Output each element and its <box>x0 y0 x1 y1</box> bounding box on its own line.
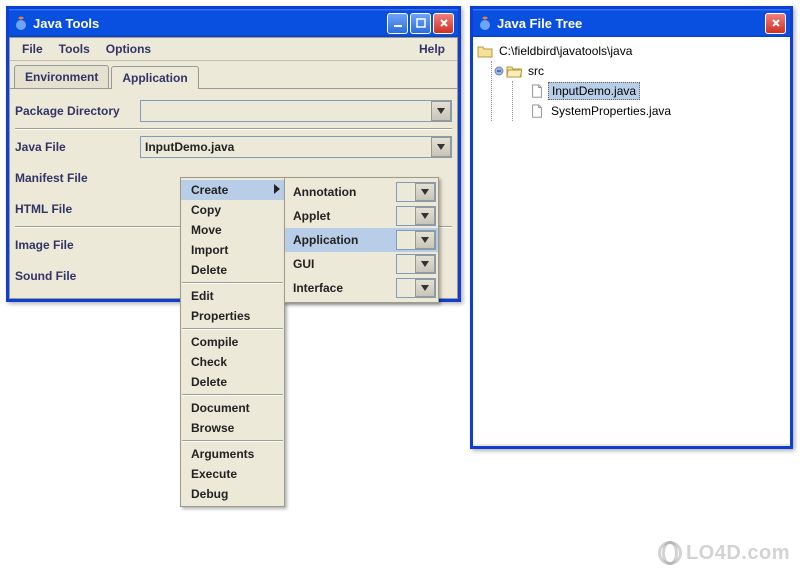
file-icon <box>529 104 545 118</box>
context-menu-item-arguments[interactable]: Arguments <box>181 444 284 464</box>
java-file-tree-window: Java File Tree C:\fieldbird\javatools\ja… <box>470 6 793 449</box>
menu-separator <box>182 440 283 442</box>
context-menu-item-browse[interactable]: Browse <box>181 418 284 438</box>
submenu-item-combo[interactable] <box>396 182 436 202</box>
image-file-label: Image File <box>15 238 140 252</box>
tree-root-label: C:\fieldbird\javatools\java <box>496 43 635 59</box>
tree-body: C:\fieldbird\javatools\java src InputDem… <box>473 37 790 444</box>
context-menu-item-compile[interactable]: Compile <box>181 332 284 352</box>
context-menu-item-delete[interactable]: Delete <box>181 260 284 280</box>
close-button[interactable] <box>433 13 454 34</box>
minimize-button[interactable] <box>387 13 408 34</box>
context-menu-item-move[interactable]: Move <box>181 220 284 240</box>
java-file-label: Java File <box>15 140 140 154</box>
titlebar[interactable]: Java File Tree <box>473 9 790 37</box>
context-menu-item-copy[interactable]: Copy <box>181 200 284 220</box>
submenu-item-gui[interactable]: GUI <box>285 252 438 276</box>
menu-separator <box>182 282 283 284</box>
context-menu-item-create[interactable]: CreateAnnotationAppletApplicationGUIInte… <box>181 180 284 200</box>
create-submenu: Annotation Applet Application GUI Interface <box>284 177 439 303</box>
window-title: Java Tools <box>33 16 387 31</box>
tree-file-label: InputDemo.java <box>548 82 640 100</box>
folder-open-icon <box>506 64 522 78</box>
context-menu: CreateAnnotationAppletApplicationGUIInte… <box>180 177 285 507</box>
menubar: File Tools Options Help <box>10 38 457 61</box>
submenu-item-combo[interactable] <box>396 278 436 298</box>
package-dir-label: Package Directory <box>15 104 140 118</box>
folder-icon <box>477 44 493 58</box>
tab-application[interactable]: Application <box>111 66 198 89</box>
tree-root[interactable]: C:\fieldbird\javatools\java <box>477 41 786 61</box>
context-menu-item-document[interactable]: Document <box>181 398 284 418</box>
submenu-item-combo[interactable] <box>396 230 436 250</box>
submenu-item-label: Annotation <box>293 185 396 199</box>
java-app-icon <box>13 15 29 31</box>
chevron-down-icon[interactable] <box>431 137 451 157</box>
submenu-item-application[interactable]: Application <box>285 228 438 252</box>
submenu-item-label: Applet <box>293 209 396 223</box>
tab-bar: Environment Application <box>10 61 457 88</box>
submenu-item-combo[interactable] <box>396 254 436 274</box>
submenu-item-annotation[interactable]: Annotation <box>285 180 438 204</box>
submenu-item-label: Interface <box>293 281 396 295</box>
chevron-down-icon[interactable] <box>415 279 435 297</box>
submenu-arrow-icon <box>274 183 280 197</box>
context-menu-item-debug[interactable]: Debug <box>181 484 284 504</box>
context-menu-item-import[interactable]: Import <box>181 240 284 260</box>
sound-file-label: Sound File <box>15 269 140 283</box>
java-file-combo[interactable]: InputDemo.java <box>140 136 452 158</box>
titlebar[interactable]: Java Tools <box>9 9 458 37</box>
submenu-item-label: Application <box>293 233 396 247</box>
globe-icon <box>658 541 682 565</box>
html-file-label: HTML File <box>15 202 140 216</box>
collapse-toggle-icon[interactable] <box>494 66 504 76</box>
menu-tools[interactable]: Tools <box>51 40 98 58</box>
watermark: LO4D.com <box>658 541 790 565</box>
menu-file[interactable]: File <box>14 40 51 58</box>
context-menu-item-properties[interactable]: Properties <box>181 306 284 326</box>
context-menu-item-delete[interactable]: Delete <box>181 372 284 392</box>
package-dir-combo[interactable] <box>140 100 452 122</box>
menu-options[interactable]: Options <box>98 40 159 58</box>
file-icon <box>529 84 545 98</box>
manifest-file-label: Manifest File <box>15 171 140 185</box>
close-button[interactable] <box>765 13 786 34</box>
submenu-item-interface[interactable]: Interface <box>285 276 438 300</box>
window-title: Java File Tree <box>497 16 765 31</box>
submenu-item-label: GUI <box>293 257 396 271</box>
chevron-down-icon[interactable] <box>415 207 435 225</box>
separator <box>15 128 452 130</box>
context-menu-item-execute[interactable]: Execute <box>181 464 284 484</box>
context-menu-item-edit[interactable]: Edit <box>181 286 284 306</box>
tree-file[interactable]: SystemProperties.java <box>515 101 786 121</box>
tree-folder-label: src <box>525 63 547 79</box>
tree-file-label: SystemProperties.java <box>548 103 674 119</box>
tree-folder[interactable]: src <box>494 61 786 81</box>
tab-environment[interactable]: Environment <box>14 65 109 88</box>
menu-separator <box>182 394 283 396</box>
submenu-item-combo[interactable] <box>396 206 436 226</box>
watermark-text: LO4D.com <box>686 542 790 565</box>
context-menu-item-check[interactable]: Check <box>181 352 284 372</box>
menu-help[interactable]: Help <box>411 40 453 58</box>
chevron-down-icon[interactable] <box>415 231 435 249</box>
chevron-down-icon[interactable] <box>431 101 451 121</box>
chevron-down-icon[interactable] <box>415 255 435 273</box>
chevron-down-icon[interactable] <box>415 183 435 201</box>
menu-separator <box>182 328 283 330</box>
tree-file[interactable]: InputDemo.java <box>515 81 786 101</box>
maximize-button[interactable] <box>410 13 431 34</box>
submenu-item-applet[interactable]: Applet <box>285 204 438 228</box>
java-app-icon <box>477 15 493 31</box>
